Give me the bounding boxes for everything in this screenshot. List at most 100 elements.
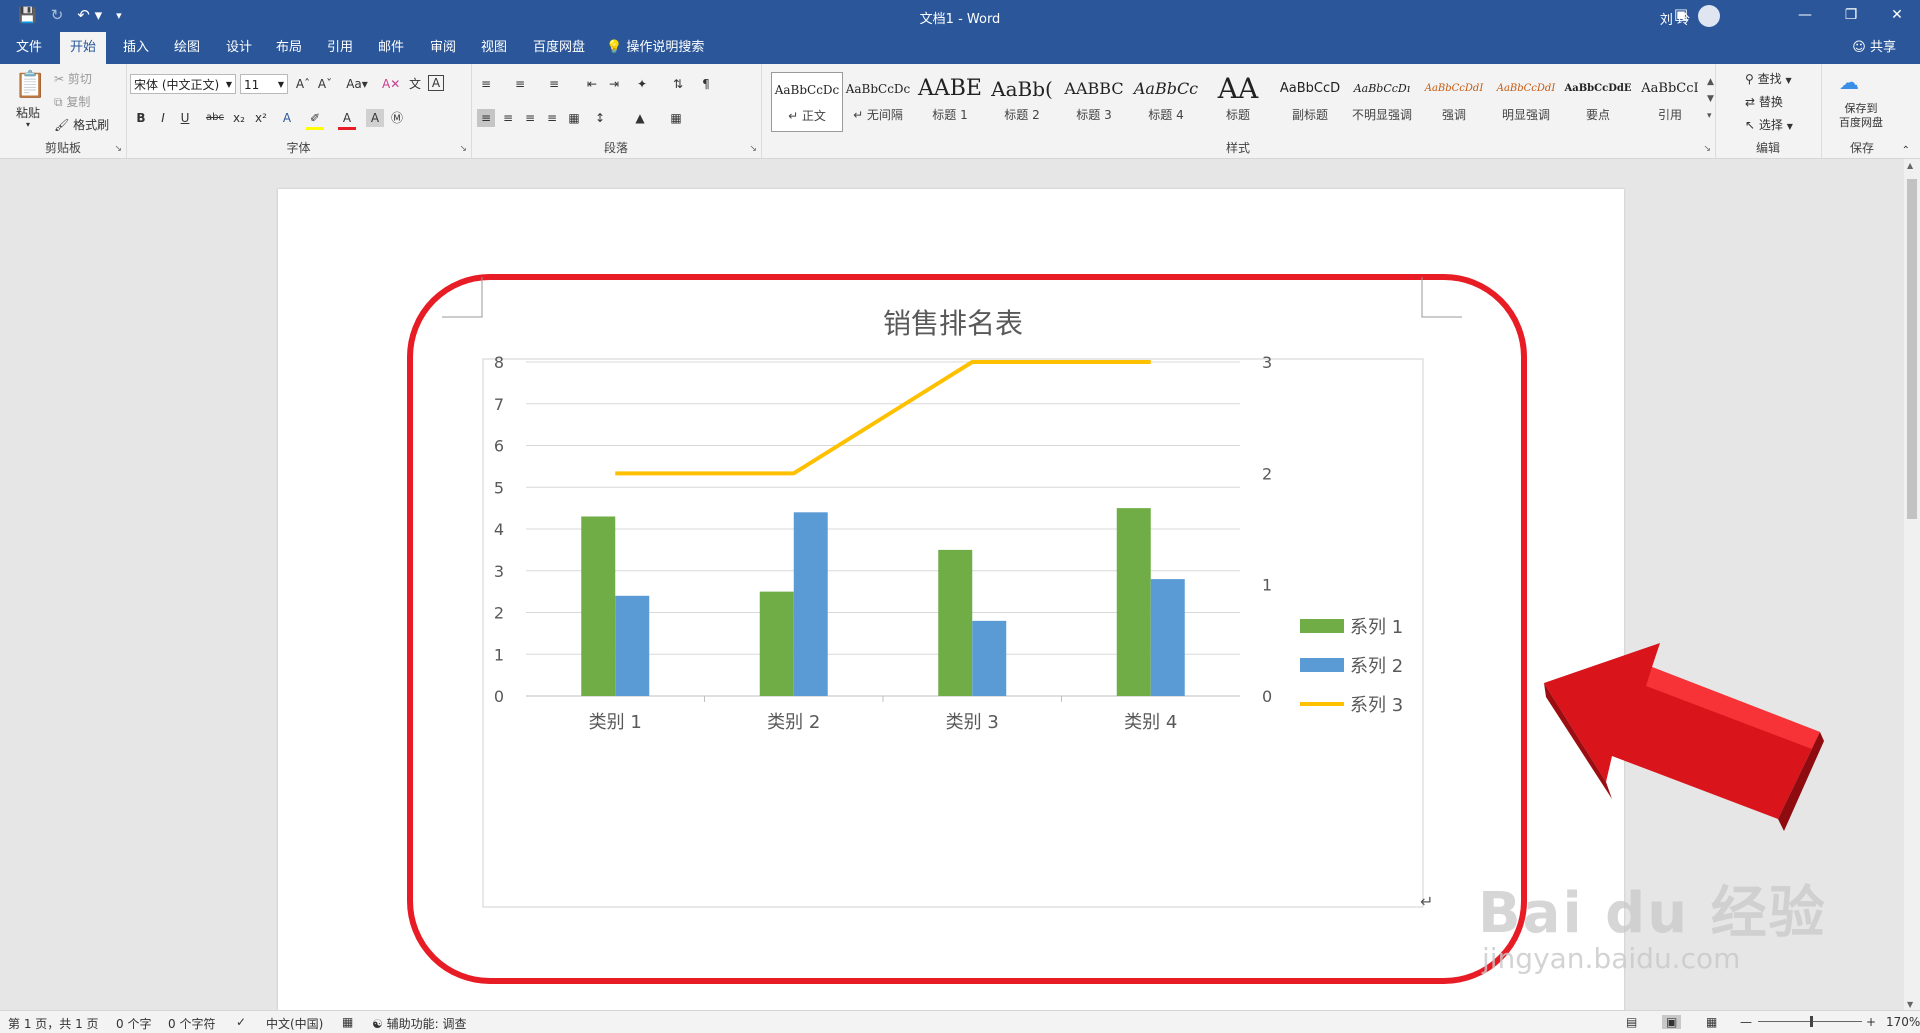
style-strong[interactable]: AaBbCcDdE 要点	[1563, 72, 1633, 130]
style-no-spacing[interactable]: AaBbCcDc ↵ 无间隔	[843, 72, 913, 130]
grow-font-icon[interactable]: Aˆ	[294, 75, 312, 93]
paste-icon[interactable]: 📋	[14, 70, 46, 100]
justify-icon[interactable]: ≡	[543, 109, 561, 127]
format-painter-button[interactable]: 🖌 格式刷	[54, 116, 109, 133]
tab-insert[interactable]: 插入	[113, 32, 159, 64]
font-size-combo[interactable]: 11 ▼	[240, 74, 288, 94]
scroll-up-icon[interactable]: ▲	[1907, 161, 1913, 170]
style-heading-3[interactable]: AABBC 标题 3	[1059, 72, 1129, 130]
tab-layout[interactable]: 布局	[266, 32, 312, 64]
clipboard-launcher-icon[interactable]: ↘	[114, 144, 122, 154]
web-layout-icon[interactable]: ▦	[1706, 1015, 1717, 1029]
proofing-icon[interactable]: ✓	[236, 1015, 246, 1029]
language[interactable]: 中文(中国)	[266, 1015, 323, 1032]
multilevel-list-icon[interactable]: ≡	[545, 75, 563, 93]
style-title[interactable]: AA 标题	[1203, 72, 1273, 130]
change-case-icon[interactable]: Aa▾	[344, 75, 370, 93]
style-emphasis[interactable]: AaBbCcDdI 强调	[1419, 72, 1489, 130]
word-count[interactable]: 0 个字	[116, 1015, 151, 1032]
style-normal[interactable]: AaBbCcDc ↵ 正文	[771, 72, 843, 132]
style-heading-4[interactable]: AaBbCc 标题 4	[1131, 72, 1201, 130]
phonetic-guide-icon[interactable]: 文	[406, 75, 424, 93]
copy-button[interactable]: ⧉ 复制	[54, 93, 90, 110]
decrease-indent-icon[interactable]: ⇤	[583, 75, 601, 93]
paragraph-launcher-icon[interactable]: ↘	[749, 144, 757, 154]
underline-icon[interactable]: U	[176, 109, 194, 127]
accessibility-status[interactable]: ☯ 辅助功能: 调查	[372, 1015, 466, 1032]
sort-icon[interactable]: ⇅	[669, 75, 687, 93]
zoom-level[interactable]: 170%	[1886, 1015, 1920, 1029]
tab-file[interactable]: 文件	[6, 32, 52, 64]
tab-review[interactable]: 审阅	[420, 32, 466, 64]
user-account[interactable]: 刘 玲	[1660, 5, 1720, 29]
macro-icon[interactable]: ▦	[342, 1015, 353, 1029]
replace-button[interactable]: ⇄ 替换	[1745, 93, 1783, 110]
font-color-icon[interactable]: A	[338, 109, 356, 130]
clear-format-icon[interactable]: A✕	[382, 75, 400, 93]
save-to-baidu-button[interactable]: 保存到 百度网盘	[1825, 102, 1897, 130]
scrollbar-thumb[interactable]	[1907, 179, 1917, 519]
zoom-out-icon[interactable]: —	[1740, 1015, 1752, 1029]
scroll-up-icon[interactable]: ▲	[1707, 77, 1714, 87]
borders-icon[interactable]: ▦	[667, 109, 685, 127]
scroll-down-icon[interactable]: ▼	[1907, 1000, 1913, 1009]
cut-button[interactable]: ✂ 剪切	[54, 70, 92, 87]
subscript-icon[interactable]: x₂	[230, 109, 248, 127]
tell-me-search[interactable]: 💡 操作说明搜索	[606, 32, 704, 64]
zoom-slider-thumb[interactable]	[1810, 1016, 1813, 1027]
tab-draw[interactable]: 绘图	[164, 32, 210, 64]
avatar[interactable]	[1698, 5, 1720, 27]
style-quote[interactable]: AaBbCcI 引用	[1635, 72, 1705, 130]
zoom-in-icon[interactable]: +	[1866, 1015, 1876, 1029]
font-name-combo[interactable]: 宋体 (中文正文) ▼	[130, 74, 236, 94]
enclose-char-icon[interactable]: Ⓜ	[388, 109, 406, 127]
tab-baidu-netdisk[interactable]: 百度网盘	[523, 32, 595, 64]
read-mode-icon[interactable]: ▤	[1626, 1015, 1637, 1029]
distributed-icon[interactable]: ▦	[565, 109, 583, 127]
page-count[interactable]: 第 1 页，共 1 页	[8, 1015, 99, 1032]
select-button[interactable]: ↖ 选择 ▼	[1745, 116, 1793, 133]
styles-launcher-icon[interactable]: ↘	[1703, 144, 1711, 154]
align-left-icon[interactable]: ≡	[477, 109, 495, 127]
tab-design[interactable]: 设计	[216, 32, 262, 64]
collapse-ribbon-icon[interactable]: ⌃	[1902, 145, 1910, 156]
increase-indent-icon[interactable]: ⇥	[605, 75, 623, 93]
font-launcher-icon[interactable]: ↘	[459, 144, 467, 154]
restore-icon[interactable]: ❐	[1828, 0, 1874, 32]
baidu-cloud-icon[interactable]: ☁	[1839, 70, 1859, 94]
paste-dropdown-icon[interactable]: ▾	[26, 120, 30, 129]
style-subtle-emphasis[interactable]: AaBbCcDı 不明显强调	[1347, 72, 1417, 130]
tab-references[interactable]: 引用	[317, 32, 363, 64]
numbering-icon[interactable]: ≡	[511, 75, 529, 93]
char-border-icon[interactable]: A	[428, 75, 444, 91]
char-count[interactable]: 0 个字符	[168, 1015, 215, 1032]
shading-icon[interactable]: ▲	[631, 109, 649, 127]
share-button[interactable]: ☺ 共享	[1852, 32, 1896, 64]
strikethrough-icon[interactable]: abc	[206, 109, 224, 127]
tab-view[interactable]: 视图	[471, 32, 517, 64]
align-right-icon[interactable]: ≡	[521, 109, 539, 127]
style-heading-1[interactable]: AABE 标题 1	[915, 72, 985, 130]
styles-scroll[interactable]: ▲ ▼ ▾	[1707, 74, 1714, 125]
style-intense-emphasis[interactable]: AaBbCcDdI 明显强调	[1491, 72, 1561, 130]
text-effects-icon[interactable]: A	[278, 109, 296, 127]
align-center-icon[interactable]: ≡	[499, 109, 517, 127]
bullets-icon[interactable]: ≡	[477, 75, 495, 93]
more-icon[interactable]: ▾	[1707, 111, 1712, 121]
tab-mailings[interactable]: 邮件	[368, 32, 414, 64]
style-heading-2[interactable]: AaBb(标题 2	[987, 72, 1057, 130]
italic-icon[interactable]: I	[154, 109, 172, 127]
paste-button[interactable]: 粘贴	[16, 104, 40, 121]
tab-home[interactable]: 开始	[60, 32, 107, 64]
bold-icon[interactable]: B	[132, 109, 150, 127]
close-icon[interactable]: ✕	[1874, 0, 1920, 32]
style-subtitle[interactable]: AaBbCcD 副标题	[1275, 72, 1345, 130]
chinese-layout-icon[interactable]: ✦	[633, 75, 651, 93]
line-spacing-icon[interactable]: ↕	[591, 109, 609, 127]
char-shading-icon[interactable]: A	[366, 109, 384, 127]
highlight-icon[interactable]: ✐	[306, 109, 324, 130]
find-button[interactable]: ⚲ 查找 ▼	[1745, 70, 1792, 87]
vertical-scrollbar[interactable]: ▲ ▼	[1904, 159, 1920, 1011]
show-marks-icon[interactable]: ¶	[697, 75, 715, 93]
scroll-down-icon[interactable]: ▼	[1707, 94, 1714, 104]
